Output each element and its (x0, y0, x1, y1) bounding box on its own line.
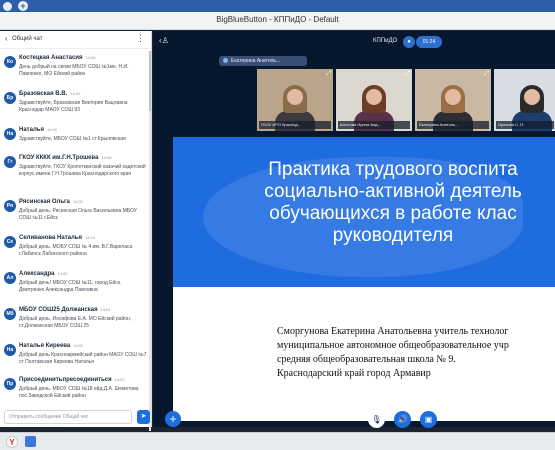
plus-icon[interactable]: + (165, 411, 181, 427)
slide-title-line: Практика трудового воспита (268, 159, 518, 180)
message-text: Добрый день. Рясинская Ольга Васильевна … (19, 208, 137, 221)
browser-logo-icon[interactable]: Y (6, 436, 18, 448)
message-text: Здравствуйте, МБОУ СОШ №1 ст.Крыловская (19, 136, 126, 142)
message-text: Добрый день. МОБУ СОШ № 4 им. В.Г.Варела… (19, 244, 133, 257)
avatar: Ря (4, 200, 16, 212)
microphone-icon[interactable]: 🎙 (368, 411, 385, 428)
video-caption: ГБОУ ИРО Краснод... (259, 121, 331, 129)
message-text: Здравствуйте, ГКОУ Кропоткинский казачий… (19, 164, 146, 177)
scrollbar-thumb[interactable] (149, 51, 151, 111)
message-time: 14:00 (85, 55, 96, 60)
message-time: 14:00 (84, 235, 95, 240)
slide-body-line: Сморгунова Екатерина Анатольевна учитель… (277, 326, 509, 337)
message-author: Наталья (19, 127, 44, 133)
browser-tabstrip: + (0, 0, 555, 12)
avatar: Мб (4, 308, 16, 320)
video-caption: Екатерина Анатоль... (417, 121, 489, 129)
slide-title-band: Практика трудового воспита социально-акт… (173, 137, 555, 287)
message-author: МБОУ СОШ25 Должанская (19, 307, 98, 313)
video-tile[interactable]: ⤢ Екатерина Анатоль... (415, 69, 491, 131)
message-text: Здравствуйте, Бразовская Виктория Вацлав… (19, 100, 128, 113)
browser-tab[interactable] (3, 2, 12, 11)
message-text: Добрый день, Иосифова Е.А. МО Ейский рай… (19, 316, 132, 329)
chat-title: Общий чат (12, 36, 43, 42)
message-time: 14:00 (57, 271, 68, 276)
meeting-timer: 01:24 (416, 36, 442, 48)
avatar: Пр (4, 378, 16, 390)
message-author: ГКОУ КККК им.Г.Н.Трошева (19, 155, 99, 161)
message-author: Рясинская Ольга (19, 199, 70, 205)
presenter-name: Екатерина Анатоль... (231, 58, 281, 64)
slide-body-line: муниципальное автономное общеобразовател… (277, 340, 509, 351)
chat-panel: ‹ Общий чат ⋮ Ко Костецкая Анастасия 14:0… (0, 31, 152, 431)
room-name: КППиДО (373, 38, 398, 44)
slide-title-line: обучающихся в работе клас (269, 203, 517, 224)
slide-body: Сморгунова Екатерина Анатольевна учитель… (277, 325, 555, 381)
message-author: Наталья Киреева (19, 343, 71, 349)
message-text: День добрый на связи МБОУ СОШ №1мн. Н.И.… (19, 64, 129, 77)
video-caption: Орехова С. П. (496, 121, 554, 129)
slide-title-line: социально-активной деятель (264, 181, 522, 202)
message-time: 14:00 (70, 91, 81, 96)
message-time: 14:00 (72, 199, 83, 204)
video-tile[interactable]: ⤢ Шестова Ирина Анд... (336, 69, 412, 131)
video-caption: Шестова Ирина Анд... (338, 121, 410, 129)
slide-body-line: средняя общеобразовательная школа № 9. (277, 354, 456, 365)
send-icon[interactable]: ➤ (137, 410, 150, 424)
meeting-area: ‹♙ КППиДО ● 01:24 Екатерина Анатоль... ⤢… (153, 31, 555, 428)
presenter-icon (223, 58, 228, 64)
message-text: Добрый день Красноармейский район МАОУ С… (19, 352, 147, 365)
chevron-left-icon[interactable]: ‹ (5, 34, 8, 43)
os-taskbar: Y (0, 432, 555, 450)
slide-body-line: Краснодарский край город Армавир (277, 368, 431, 379)
avatar: На (4, 128, 16, 140)
app-window: + BigBlueButton - КППиДО - Default ‹ Общ… (0, 0, 555, 450)
message-author: Костецкая Анастасия (19, 55, 83, 61)
message-author: Бразовская В.В. (19, 91, 68, 97)
avatar: Се (4, 236, 16, 248)
speaker-icon[interactable]: 🔊 (394, 411, 411, 428)
app-icon[interactable] (25, 436, 36, 447)
message-time: 14:02 (114, 377, 125, 382)
chat-header: ‹ Общий чат ⋮ (0, 31, 151, 49)
avatar: Бр (4, 92, 16, 104)
expand-icon[interactable]: ⤢ (484, 71, 489, 78)
avatar: На (4, 344, 16, 356)
message-text: Добрый день! МБОУ СОШ №11, город Ейск. Д… (19, 280, 122, 293)
window-titlebar: BigBlueButton - КППиДО - Default (0, 12, 555, 30)
message-text: Добрый день. МБОУ СОШ №18 ейд.Д.А. Шемет… (19, 386, 139, 399)
meeting-topbar: ‹♙ КППиДО ● 01:24 (153, 31, 555, 51)
message-time: 14:02 (73, 343, 84, 348)
video-tile[interactable]: ⤢ ГБОУ ИРО Краснод... (257, 69, 333, 131)
new-tab-button[interactable]: + (18, 1, 28, 11)
slide-title: Практика трудового воспита социально-акт… (203, 159, 555, 247)
presentation-slide: Практика трудового воспита социально-акт… (173, 137, 555, 421)
message-time: 14:01 (100, 307, 111, 312)
video-tile[interactable]: Орехова С. П. (494, 69, 555, 131)
message-author: Александра (19, 271, 55, 277)
expand-icon[interactable]: ⤢ (326, 71, 331, 78)
expand-icon[interactable]: ⤢ (405, 71, 410, 78)
message-time: 14:00 (46, 127, 57, 132)
message-time: 14:00 (101, 155, 112, 160)
avatar: Ко (4, 56, 16, 68)
chat-messages: Ко Костецкая Анастасия 14:00 День добрый … (0, 51, 150, 433)
message-author: Присоединитьпресоединиться (19, 377, 112, 383)
users-icon[interactable]: ‹♙ (159, 36, 169, 45)
chat-message-input[interactable]: Отправить сообщение Общий чат (4, 410, 132, 424)
typing-indicator: МБОУ СОШ № 13 Ольга печатает (2, 426, 65, 431)
avatar: Ал (4, 272, 16, 284)
more-vertical-icon[interactable]: ⋮ (136, 33, 145, 44)
message-author: Селиванова Наталья (19, 235, 82, 241)
presenter-badge[interactable]: Екатерина Анатоль... (219, 56, 307, 66)
record-icon[interactable]: ● (403, 36, 415, 48)
window-title: BigBlueButton - КППиДО - Default (216, 15, 339, 24)
camera-icon[interactable]: ▣ (420, 411, 437, 428)
chat-scrollbar[interactable] (149, 51, 151, 431)
slide-title-line: руководителя (332, 225, 454, 246)
avatar: Гг (4, 156, 16, 168)
